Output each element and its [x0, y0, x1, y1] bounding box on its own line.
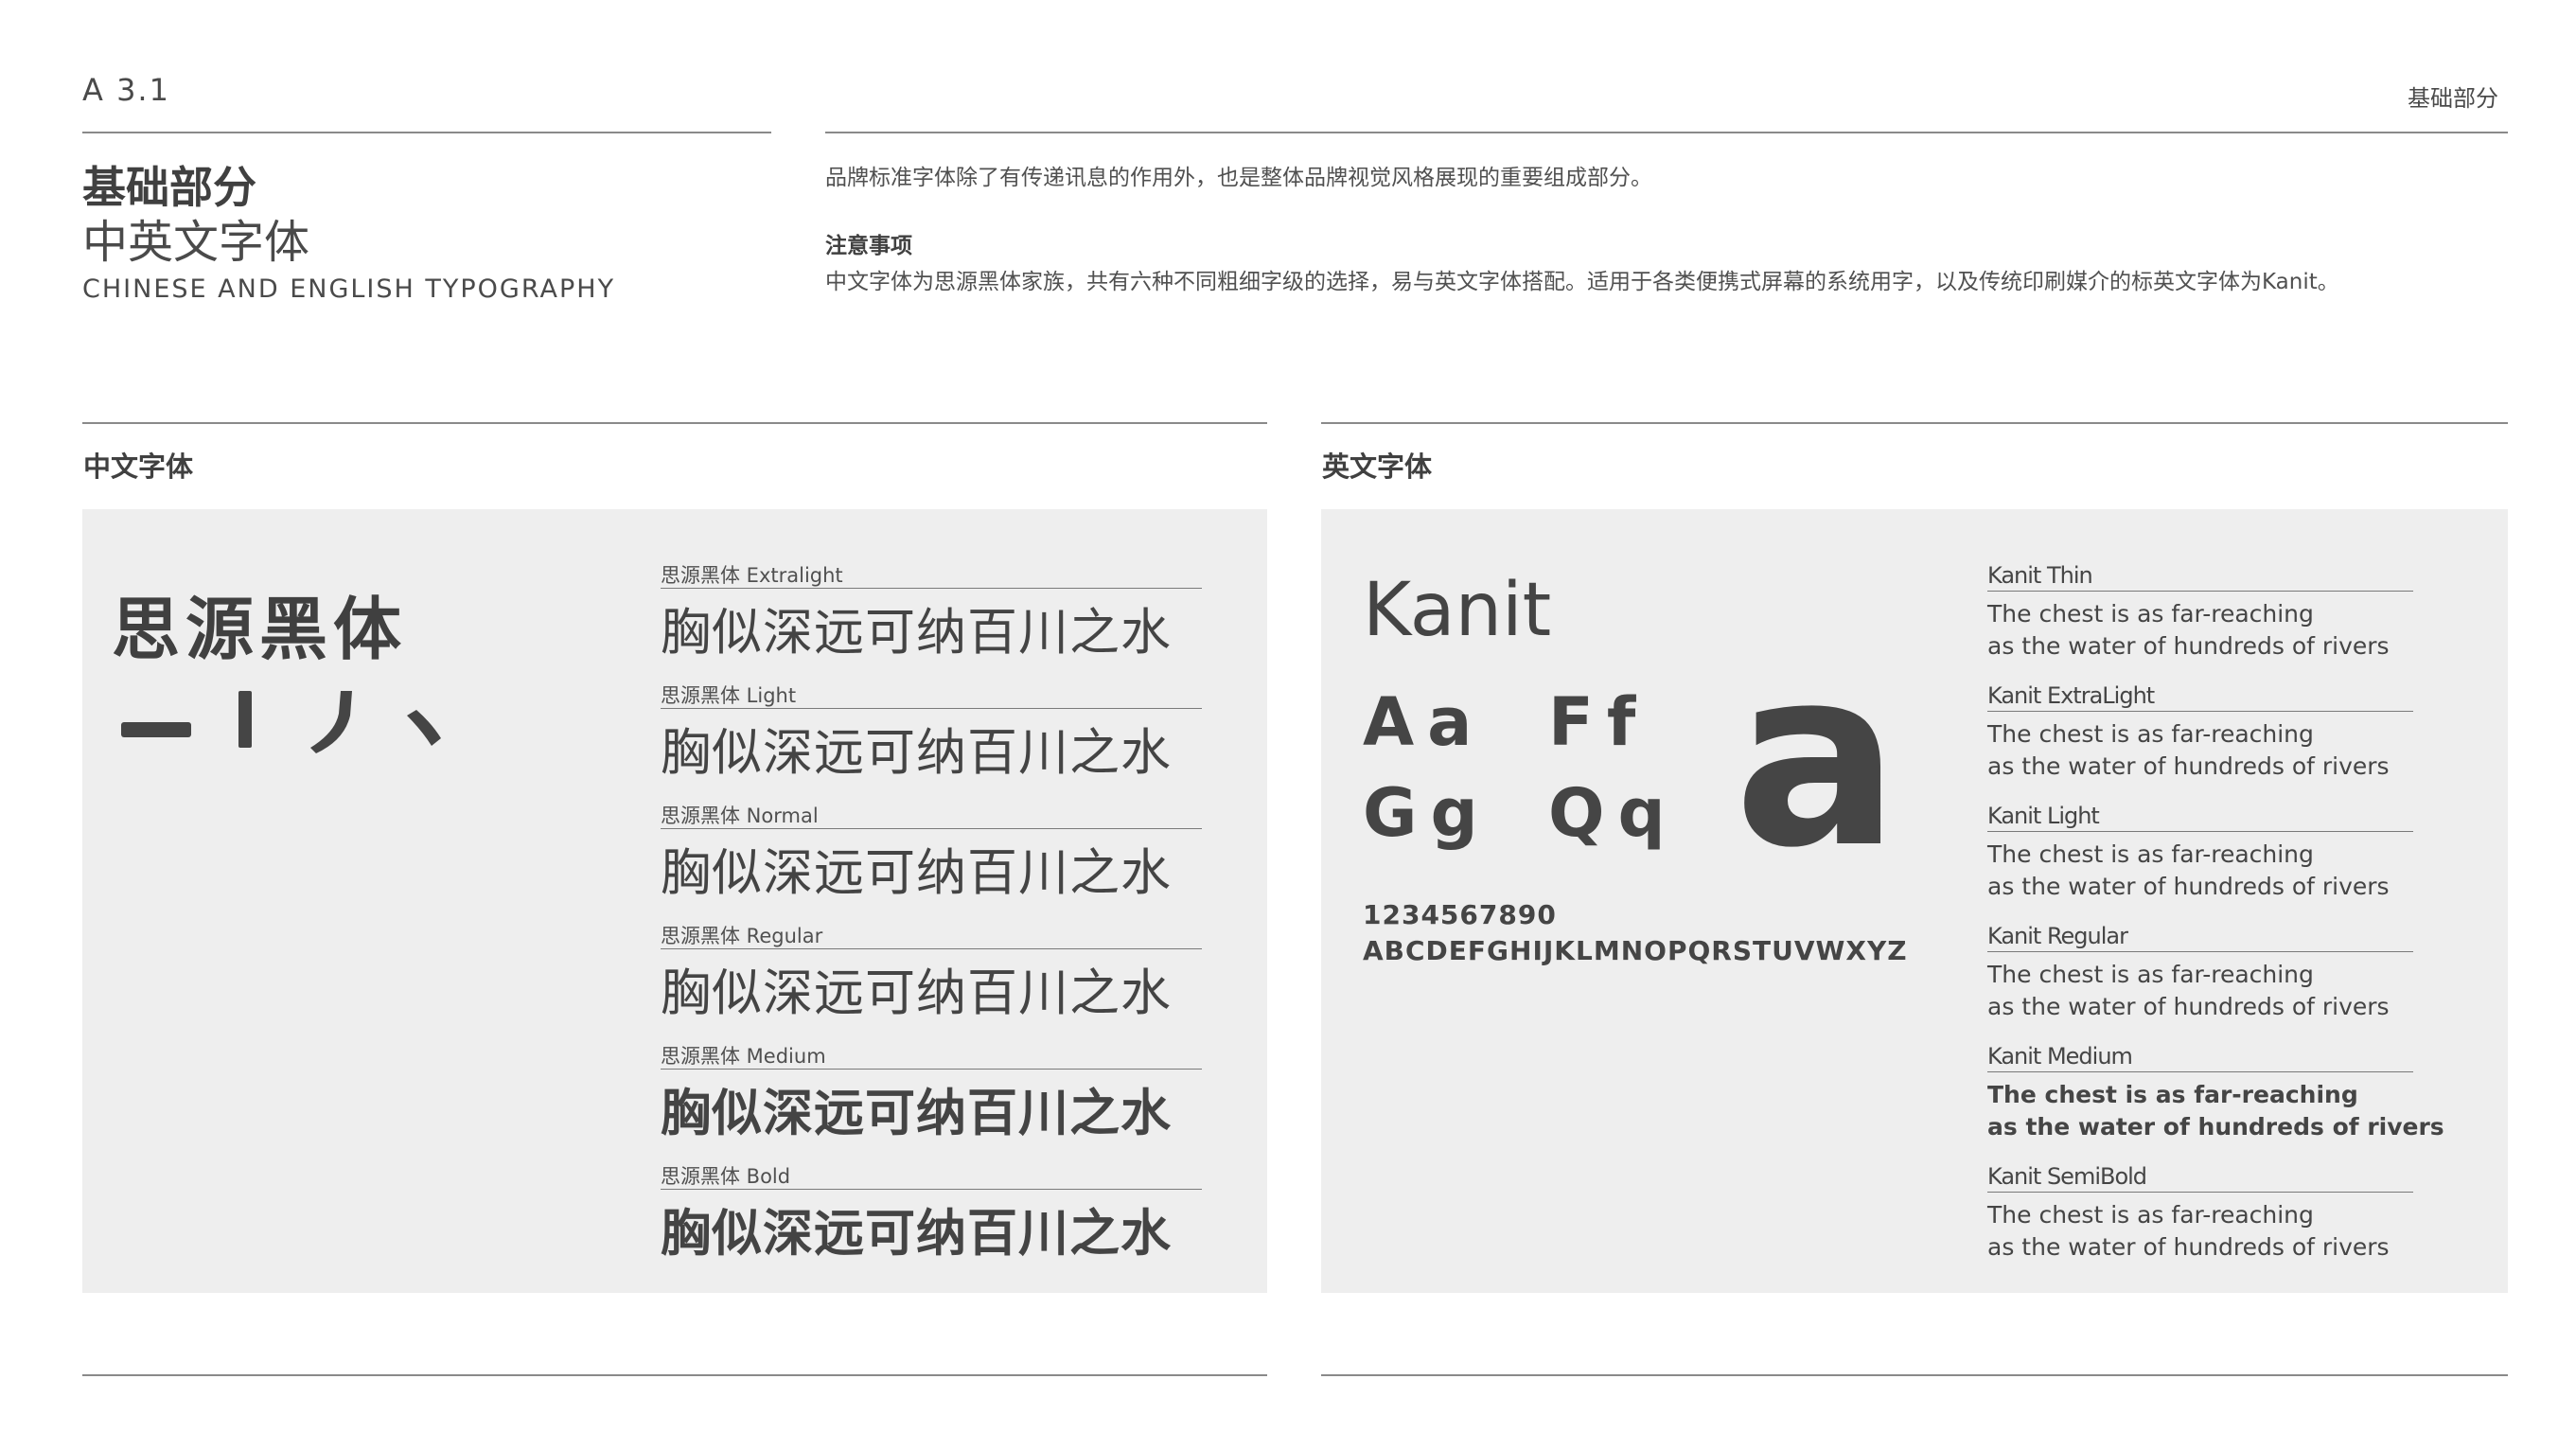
chinese-weight-sample: 胸似深远可纳百川之水: [661, 844, 1172, 902]
header-rule-left: [82, 132, 771, 133]
english-weight-label: Kanit Medium: [1987, 1043, 2133, 1070]
english-weight-label: Kanit Regular: [1987, 923, 2128, 949]
english-font-name: Kanit: [1363, 568, 1552, 653]
english-weight-rule: [1987, 831, 2413, 832]
english-weight-rule: [1987, 1071, 2413, 1072]
english-weight-label: Kanit Thin: [1987, 562, 2093, 589]
chinese-weight-sample: 胸似深远可纳百川之水: [661, 1205, 1172, 1263]
english-weight-rule: [1987, 711, 2413, 712]
chinese-font-name: 思源黑体: [112, 590, 408, 669]
chinese-section-label: 中文字体: [83, 451, 194, 483]
stroke-dian: [407, 710, 441, 746]
english-section-label: 英文字体: [1322, 451, 1433, 483]
chinese-weight-label: 思源黑体 Extralight: [661, 564, 843, 587]
english-weight-sample-2: as the water of hundreds of rivers: [1987, 993, 2390, 1020]
english-weight-sample-1: The chest is as far-reaching: [1987, 1201, 2314, 1229]
english-weight-rule: [1987, 951, 2413, 952]
english-weight-sample-2: as the water of hundreds of rivers: [1987, 873, 2390, 900]
chinese-weight-rule: [661, 708, 1202, 709]
english-weight-rule: [1987, 1192, 2413, 1193]
glyph-pair-qq: Qq: [1548, 774, 1679, 852]
note-body: 中文字体为思源黑体家族，共有六种不同粗细字级的选择，易与英文字体搭配。适用于各类…: [825, 270, 2339, 294]
header-rule-right: [825, 132, 2508, 133]
intro-text: 品牌标准字体除了有传递讯息的作用外，也是整体品牌视觉风格展现的重要组成部分。: [825, 166, 1652, 190]
chinese-weight-label: 思源黑体 Medium: [661, 1045, 826, 1068]
chinese-weight-sample: 胸似深远可纳百川之水: [661, 1085, 1172, 1142]
english-weight-sample-1: The chest is as far-reaching: [1987, 1081, 2358, 1108]
chinese-weight-sample: 胸似深远可纳百川之水: [661, 724, 1172, 782]
glyph-pair-aa: Aa: [1363, 683, 1486, 761]
english-weight-label: Kanit SemiBold: [1987, 1163, 2147, 1190]
chinese-weight-sample: 胸似深远可纳百川之水: [661, 964, 1172, 1022]
footer-rule-right: [1321, 1374, 2508, 1376]
english-weight-sample-1: The chest is as far-reaching: [1987, 961, 2314, 988]
page-subtitle: 中英文字体: [82, 216, 310, 269]
digits-sample: 1234567890: [1363, 899, 1557, 930]
chinese-weight-rule: [661, 1069, 1202, 1070]
chinese-weight-label: 思源黑体 Regular: [661, 925, 823, 947]
chinese-weight-sample: 胸似深远可纳百川之水: [661, 604, 1172, 662]
english-weight-sample-2: as the water of hundreds of rivers: [1987, 1113, 2444, 1141]
glyph-pair-ff: Ff: [1548, 683, 1650, 761]
chinese-section-rule: [82, 422, 1267, 424]
chinese-weight-rule: [661, 1189, 1202, 1190]
english-weight-sample-2: as the water of hundreds of rivers: [1987, 752, 2390, 780]
chinese-weight-label: 思源黑体 Light: [661, 684, 797, 707]
english-section-rule: [1321, 422, 2508, 424]
big-glyph-a: a: [1734, 616, 1900, 902]
english-weight-label: Kanit ExtraLight: [1987, 682, 2155, 709]
english-weight-sample-1: The chest is as far-reaching: [1987, 720, 2314, 748]
stroke-pie: [310, 691, 352, 753]
english-weight-sample-1: The chest is as far-reaching: [1987, 600, 2314, 628]
english-weight-sample-1: The chest is as far-reaching: [1987, 840, 2314, 868]
page-code: A 3.1: [82, 72, 170, 108]
section-name: 基础部分: [2408, 85, 2498, 112]
english-weight-sample-2: as the water of hundreds of rivers: [1987, 632, 2390, 660]
alphabet-sample: ABCDEFGHIJKLMNOPQRSTUVWXYZ: [1363, 935, 1908, 966]
page-title-english: CHINESE AND ENGLISH TYPOGRAPHY: [82, 274, 616, 304]
note-title: 注意事项: [825, 234, 912, 258]
stroke-heng: [121, 722, 191, 737]
chinese-weight-label: 思源黑体 Bold: [661, 1165, 791, 1188]
chinese-weight-rule: [661, 828, 1202, 829]
stroke-shu: [238, 691, 252, 748]
english-weight-sample-2: as the water of hundreds of rivers: [1987, 1233, 2390, 1261]
glyph-pair-gg: Gg: [1363, 774, 1491, 852]
chinese-weight-rule: [661, 948, 1202, 949]
chinese-weight-rule: [661, 588, 1202, 589]
footer-rule-left: [82, 1374, 1267, 1376]
chinese-weight-label: 思源黑体 Normal: [661, 805, 819, 827]
english-weight-label: Kanit Light: [1987, 803, 2100, 829]
english-weight-rule: [1987, 591, 2413, 592]
